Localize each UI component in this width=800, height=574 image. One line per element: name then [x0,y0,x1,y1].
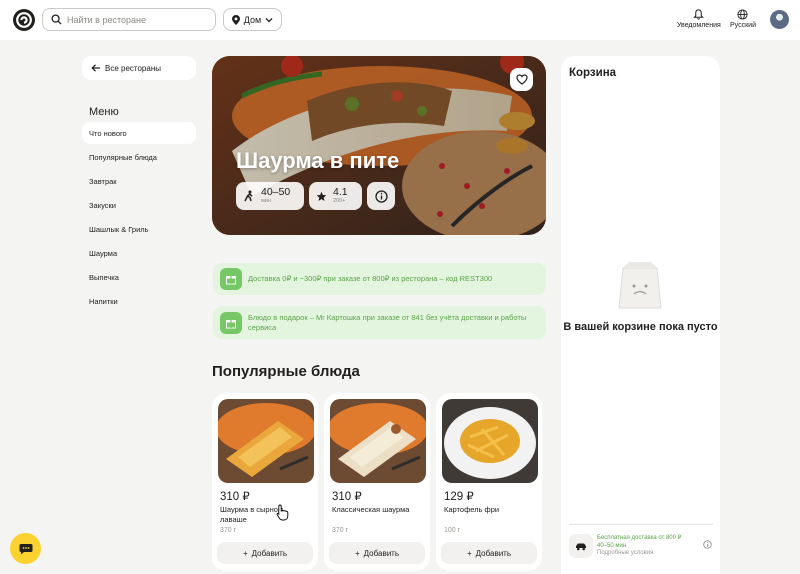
product-name: Классическая шаурма [332,505,410,514]
gift-icon [220,268,242,290]
add-to-cart-button[interactable]: + Добавить [217,542,313,564]
search-input[interactable] [67,14,207,25]
sidebar-item-whats-new[interactable]: Что нового [82,122,196,144]
notifications-button[interactable]: Уведомления [677,9,721,29]
info-icon [374,189,388,203]
sidebar-item-popular[interactable]: Популярные блюда [82,146,196,168]
search-icon [51,14,62,25]
product-image [218,399,314,483]
plus-icon: + [466,548,472,558]
top-header: Дом Уведомления Русский [0,0,800,40]
avatar[interactable] [770,10,789,29]
product-card[interactable]: 129 ₽ Картофель фри 100 г + Добавить [436,393,542,571]
product-weight: 370 г [332,527,349,534]
favorite-button[interactable] [510,68,533,91]
app-logo[interactable] [13,9,35,31]
empty-bag-icon [618,262,662,309]
product-price: 310 ₽ [220,491,250,503]
info-button[interactable] [367,182,395,210]
sidebar-item-bakery[interactable]: Выпечка [82,266,196,288]
delivery-free-threshold: Бесплатная доставка от 800 ₽ [597,535,682,541]
promo-text: Доставка 0₽ и −300₽ при заказе от 800₽ и… [248,274,493,283]
menu-title: Меню [89,106,119,118]
sidebar-item-grill[interactable]: Шашлык & Гриль [82,218,196,240]
add-to-cart-button[interactable]: + Добавить [441,542,537,564]
product-card[interactable]: 310 ₽ Классическая шаурма 370 г + Добавит… [324,393,430,571]
product-card[interactable]: 310 ₽ Шаурма в сырном лаваше 370 г + Доба… [212,393,318,571]
sidebar-item-snacks[interactable]: Закуски [82,194,196,216]
sidebar-item-label: Шашлык & Гриль [89,224,149,234]
car-icon [569,534,593,558]
plus-icon: + [242,548,248,558]
location-pin-icon [231,14,240,25]
promo-free-delivery[interactable]: Доставка 0₽ и −300₽ при заказе от 800₽ и… [213,263,546,295]
bell-icon [693,9,705,20]
arrow-left-icon [91,64,100,72]
add-to-cart-button[interactable]: + Добавить [329,542,425,564]
info-icon[interactable] [703,540,712,549]
address-label: Дом [243,14,262,25]
gift-icon [220,311,242,334]
notifications-label: Уведомления [677,22,721,29]
sidebar-item-label: Закуски [89,200,116,210]
delivery-conditions[interactable]: Бесплатная доставка от 800 ₽ 40–50 мин П… [597,535,681,558]
support-chat-button[interactable] [10,533,41,564]
delivery-time-badge[interactable]: 40–50 мин [236,182,304,210]
all-restaurants-button[interactable]: Все рестораны [82,56,196,80]
globe-icon [737,9,749,20]
sidebar-item-label: Шаурма [89,248,118,258]
chevron-down-icon [265,17,273,22]
product-name: Шаурма в сырном лаваше [220,505,284,524]
product-weight: 370 г [220,527,237,534]
section-title-popular: Популярные блюда [212,363,360,380]
rating-badge[interactable]: 4.1 200+ [309,182,362,210]
product-image [330,399,426,483]
delivery-details-link[interactable]: Подробные условия [597,550,681,558]
product-price: 129 ₽ [444,491,474,503]
delivery-unit: мин [261,198,271,204]
star-icon [316,191,327,201]
back-label: Все рестораны [105,63,161,73]
plus-icon: + [354,548,360,558]
chat-icon [19,543,32,554]
sidebar-item-label: Завтрак [89,176,117,186]
product-image [442,399,538,483]
address-selector[interactable]: Дом [223,8,282,31]
sidebar-item-shawarma[interactable]: Шаурма [82,242,196,264]
sidebar-item-drinks[interactable]: Напитки [82,290,196,312]
language-button[interactable]: Русский [730,9,756,29]
product-name: Картофель фри [444,505,500,514]
delivery-time-range: 40–50 мин [597,542,627,549]
cart-empty-text: В вашей корзине пока пусто [563,321,718,333]
sidebar-item-label: Напитки [89,296,118,306]
promo-gift-dish[interactable]: Блюдо в подарок – Мr Картошка при заказе… [213,306,546,339]
add-label: Добавить [251,548,288,558]
product-weight: 100 г [444,527,461,534]
restaurant-hero: Шаурма в пите 40–50 мин 4.1 200+ [212,56,546,235]
product-price: 310 ₽ [332,491,362,503]
sidebar-item-label: Выпечка [89,272,119,282]
rating-count: 200+ [333,198,346,204]
search-box[interactable] [42,8,216,31]
promo-text: Блюдо в подарок – Мr Картошка при заказе… [248,312,527,332]
courier-icon [244,190,253,202]
cart-panel: Корзина В вашей корзине пока пусто Беспл… [561,56,720,574]
delivery-time: 40–50 [261,186,291,198]
cart-title: Корзина [569,67,617,79]
restaurant-title: Шаурма в пите [236,148,400,173]
divider [569,524,713,525]
sidebar-item-breakfast[interactable]: Завтрак [82,170,196,192]
add-label: Добавить [363,548,400,558]
rating-value: 4.1 [333,186,348,198]
sidebar-item-label: Популярные блюда [89,152,157,162]
sidebar-item-label: Что нового [89,128,127,138]
add-label: Добавить [475,548,512,558]
hand-cursor-icon [276,504,289,521]
heart-icon [515,74,528,85]
language-label: Русский [730,22,756,29]
